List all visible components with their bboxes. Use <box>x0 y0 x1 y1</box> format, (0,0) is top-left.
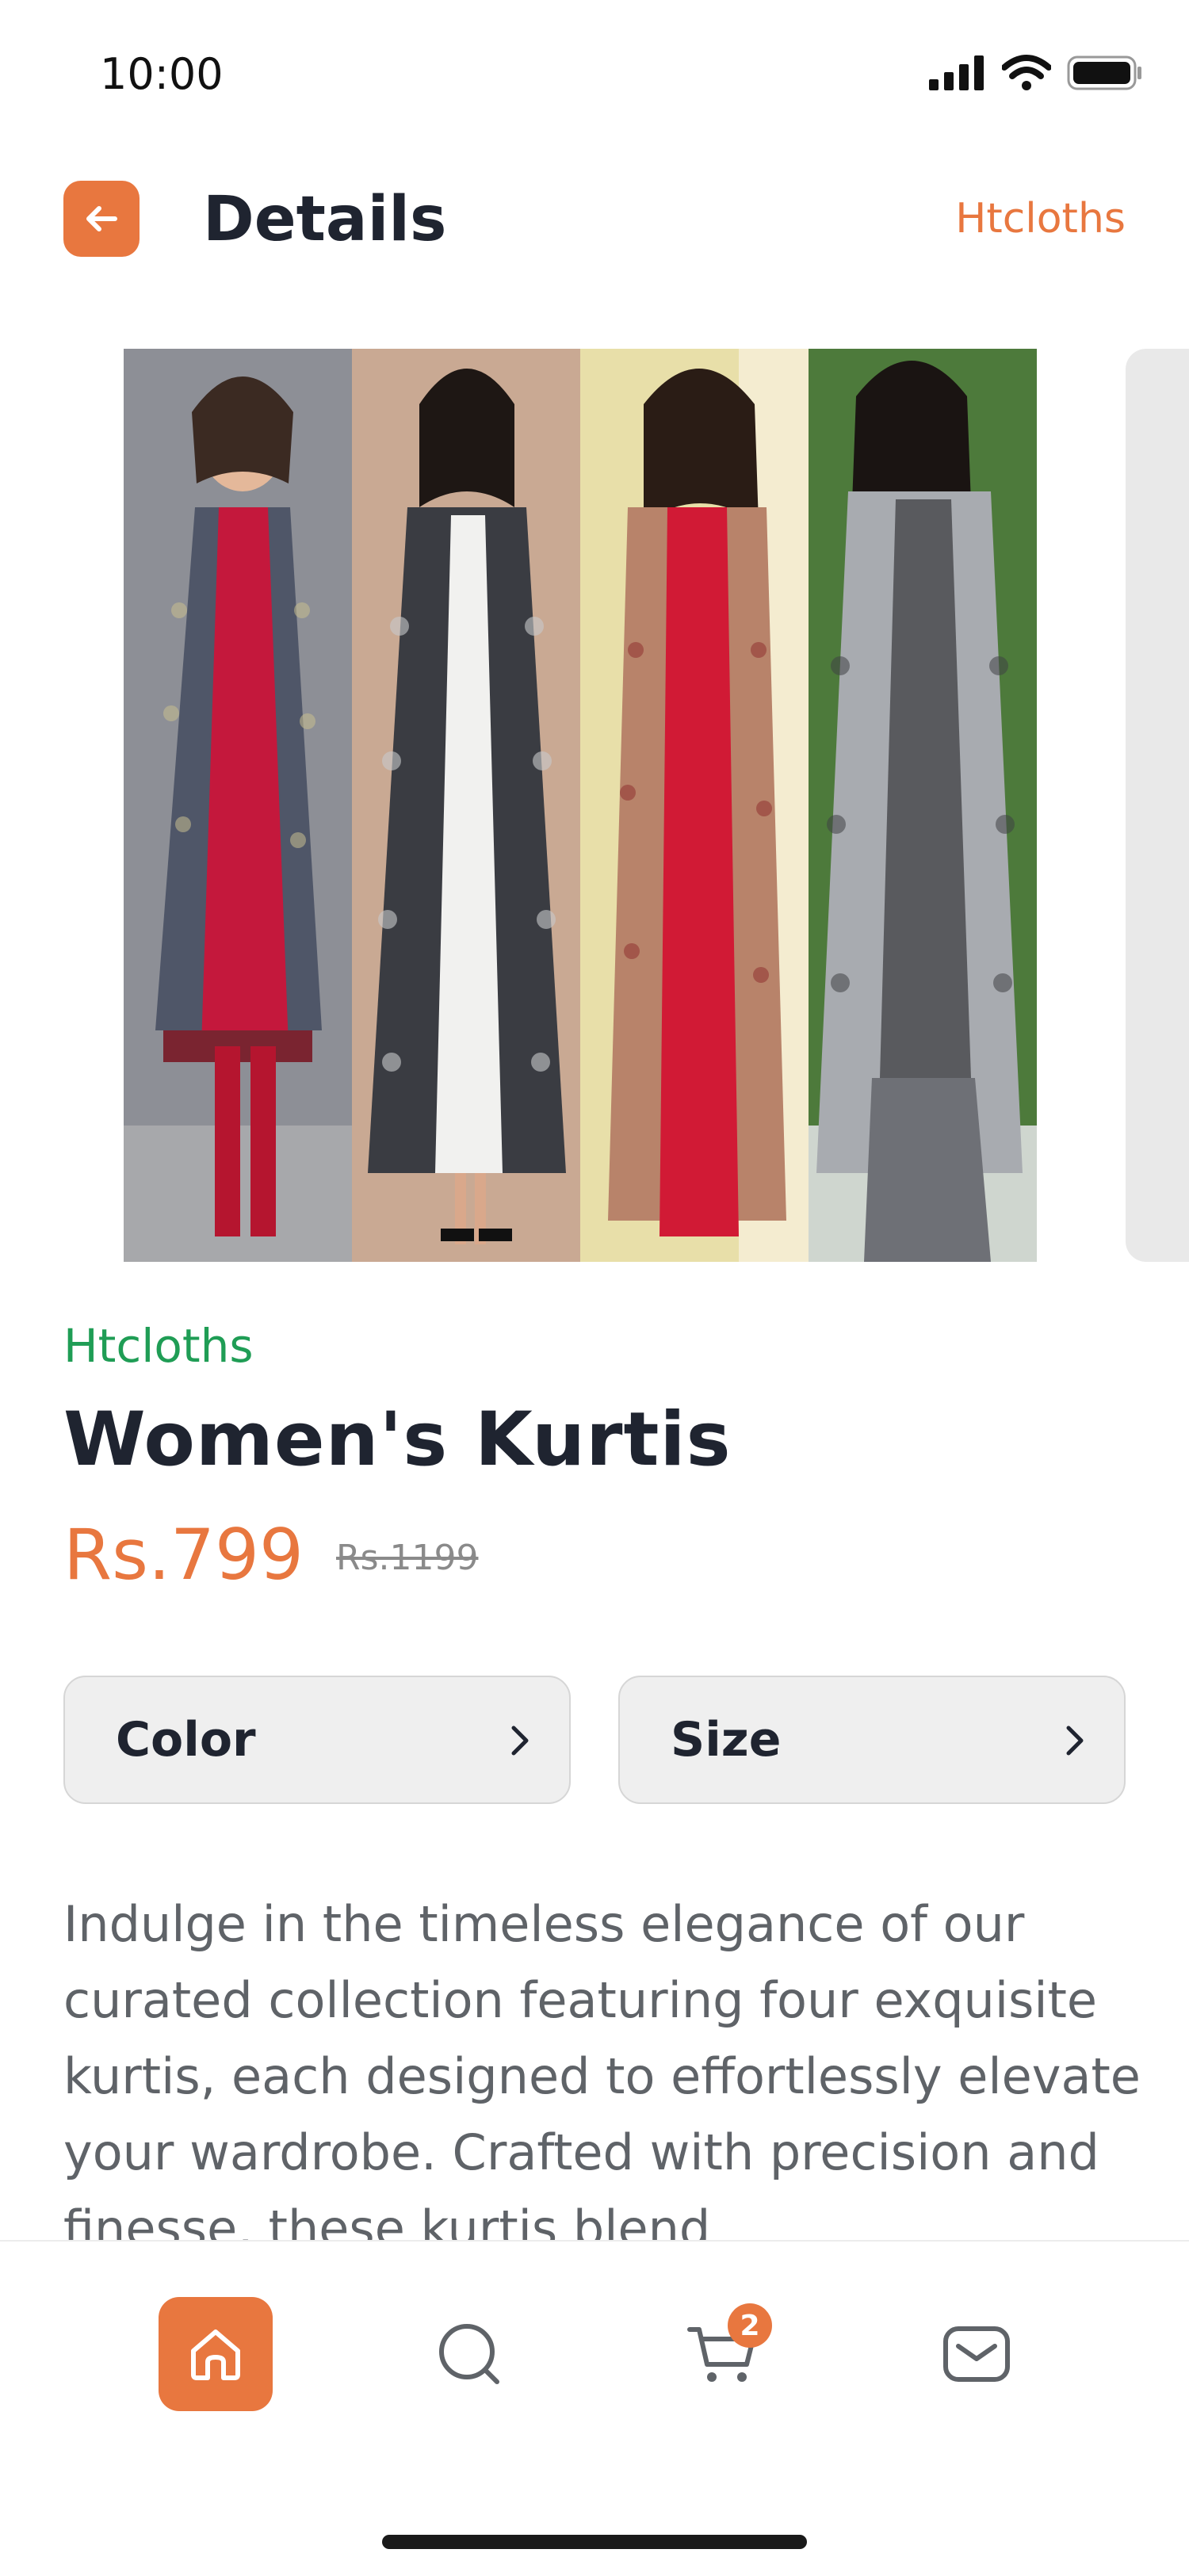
product-image-panel-3 <box>580 349 809 1262</box>
next-slide-peek[interactable] <box>1126 349 1189 1262</box>
page-title: Details <box>203 184 447 255</box>
product-image-panel-4 <box>809 349 1037 1262</box>
arrow-left-icon <box>86 206 117 231</box>
wifi-icon <box>1002 55 1051 90</box>
status-bar: 10:00 <box>0 0 1189 151</box>
nav-search-button[interactable] <box>412 2297 526 2411</box>
chevron-right-icon <box>1066 1726 1084 1756</box>
app-header: Details Htcloths <box>0 151 1189 285</box>
signal-icon <box>929 55 984 90</box>
color-selector-label: Color <box>116 1712 256 1768</box>
nav-cart-button[interactable]: 2 <box>666 2297 780 2411</box>
product-title: Women's Kurtis <box>63 1397 732 1483</box>
product-description: Indulge in the timeless elegance of our … <box>63 1895 1141 2243</box>
status-icons <box>929 54 1143 92</box>
status-time: 10:00 <box>100 49 224 99</box>
home-indicator <box>382 2535 807 2549</box>
product-old-price: Rs.1199 <box>336 1538 479 1578</box>
mail-icon <box>943 2326 1010 2382</box>
bottom-navigation: 2 <box>0 2240 1189 2576</box>
search-icon <box>439 2324 499 2384</box>
size-selector-button[interactable]: Size <box>618 1676 1126 1804</box>
cart-count-badge: 2 <box>728 2303 772 2348</box>
product-price: Rs.799 <box>63 1514 304 1596</box>
size-selector-label: Size <box>671 1712 782 1768</box>
chevron-right-icon <box>511 1726 529 1756</box>
product-image-panel-2 <box>352 349 580 1262</box>
product-image-carousel[interactable] <box>124 349 1037 1262</box>
product-brand[interactable]: Htcloths <box>63 1319 254 1373</box>
back-button[interactable] <box>63 181 140 257</box>
header-brand-link[interactable]: Htcloths <box>955 195 1126 243</box>
product-image-panel-1 <box>124 349 352 1262</box>
nav-messages-button[interactable] <box>919 2297 1034 2411</box>
color-selector-button[interactable]: Color <box>63 1676 571 1804</box>
nav-home-button[interactable] <box>159 2297 273 2411</box>
battery-icon <box>1067 55 1141 90</box>
home-icon <box>191 2329 240 2380</box>
